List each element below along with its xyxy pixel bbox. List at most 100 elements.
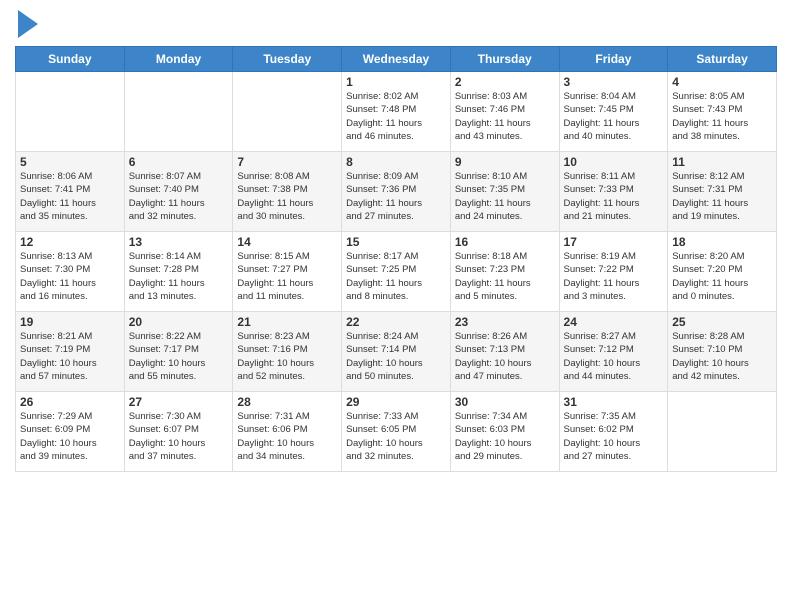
day-info: Sunrise: 7:29 AM Sunset: 6:09 PM Dayligh… [20,410,120,463]
day-cell [124,72,233,152]
day-info: Sunrise: 8:20 AM Sunset: 7:20 PM Dayligh… [672,250,772,303]
day-cell: 27Sunrise: 7:30 AM Sunset: 6:07 PM Dayli… [124,392,233,472]
day-info: Sunrise: 8:10 AM Sunset: 7:35 PM Dayligh… [455,170,555,223]
day-number: 16 [455,235,555,249]
day-cell: 6Sunrise: 8:07 AM Sunset: 7:40 PM Daylig… [124,152,233,232]
day-info: Sunrise: 8:05 AM Sunset: 7:43 PM Dayligh… [672,90,772,143]
day-number: 4 [672,75,772,89]
day-info: Sunrise: 7:31 AM Sunset: 6:06 PM Dayligh… [237,410,337,463]
day-cell: 5Sunrise: 8:06 AM Sunset: 7:41 PM Daylig… [16,152,125,232]
week-row-3: 19Sunrise: 8:21 AM Sunset: 7:19 PM Dayli… [16,312,777,392]
day-info: Sunrise: 8:17 AM Sunset: 7:25 PM Dayligh… [346,250,446,303]
day-info: Sunrise: 8:19 AM Sunset: 7:22 PM Dayligh… [564,250,664,303]
day-number: 7 [237,155,337,169]
day-cell: 22Sunrise: 8:24 AM Sunset: 7:14 PM Dayli… [342,312,451,392]
day-cell: 31Sunrise: 7:35 AM Sunset: 6:02 PM Dayli… [559,392,668,472]
day-cell [668,392,777,472]
day-info: Sunrise: 8:24 AM Sunset: 7:14 PM Dayligh… [346,330,446,383]
day-number: 17 [564,235,664,249]
weekday-header-friday: Friday [559,47,668,72]
day-number: 29 [346,395,446,409]
day-info: Sunrise: 8:11 AM Sunset: 7:33 PM Dayligh… [564,170,664,223]
day-number: 8 [346,155,446,169]
day-cell: 11Sunrise: 8:12 AM Sunset: 7:31 PM Dayli… [668,152,777,232]
day-number: 9 [455,155,555,169]
weekday-header-saturday: Saturday [668,47,777,72]
day-cell [233,72,342,152]
day-number: 28 [237,395,337,409]
week-row-1: 5Sunrise: 8:06 AM Sunset: 7:41 PM Daylig… [16,152,777,232]
day-number: 15 [346,235,446,249]
day-info: Sunrise: 8:04 AM Sunset: 7:45 PM Dayligh… [564,90,664,143]
header [15,10,777,38]
day-info: Sunrise: 8:28 AM Sunset: 7:10 PM Dayligh… [672,330,772,383]
day-cell: 8Sunrise: 8:09 AM Sunset: 7:36 PM Daylig… [342,152,451,232]
day-cell: 9Sunrise: 8:10 AM Sunset: 7:35 PM Daylig… [450,152,559,232]
day-cell: 28Sunrise: 7:31 AM Sunset: 6:06 PM Dayli… [233,392,342,472]
day-info: Sunrise: 8:08 AM Sunset: 7:38 PM Dayligh… [237,170,337,223]
day-cell: 23Sunrise: 8:26 AM Sunset: 7:13 PM Dayli… [450,312,559,392]
day-cell: 25Sunrise: 8:28 AM Sunset: 7:10 PM Dayli… [668,312,777,392]
day-number: 26 [20,395,120,409]
day-info: Sunrise: 7:35 AM Sunset: 6:02 PM Dayligh… [564,410,664,463]
day-number: 12 [20,235,120,249]
day-cell: 12Sunrise: 8:13 AM Sunset: 7:30 PM Dayli… [16,232,125,312]
day-cell: 30Sunrise: 7:34 AM Sunset: 6:03 PM Dayli… [450,392,559,472]
day-cell: 3Sunrise: 8:04 AM Sunset: 7:45 PM Daylig… [559,72,668,152]
day-cell: 14Sunrise: 8:15 AM Sunset: 7:27 PM Dayli… [233,232,342,312]
weekday-header-monday: Monday [124,47,233,72]
calendar-table: SundayMondayTuesdayWednesdayThursdayFrid… [15,46,777,472]
day-info: Sunrise: 8:23 AM Sunset: 7:16 PM Dayligh… [237,330,337,383]
day-number: 1 [346,75,446,89]
day-number: 20 [129,315,229,329]
day-number: 3 [564,75,664,89]
day-number: 21 [237,315,337,329]
week-row-2: 12Sunrise: 8:13 AM Sunset: 7:30 PM Dayli… [16,232,777,312]
day-number: 5 [20,155,120,169]
weekday-header-wednesday: Wednesday [342,47,451,72]
weekday-header-row: SundayMondayTuesdayWednesdayThursdayFrid… [16,47,777,72]
day-info: Sunrise: 7:33 AM Sunset: 6:05 PM Dayligh… [346,410,446,463]
day-cell: 17Sunrise: 8:19 AM Sunset: 7:22 PM Dayli… [559,232,668,312]
day-number: 13 [129,235,229,249]
day-cell: 4Sunrise: 8:05 AM Sunset: 7:43 PM Daylig… [668,72,777,152]
day-info: Sunrise: 8:26 AM Sunset: 7:13 PM Dayligh… [455,330,555,383]
day-number: 30 [455,395,555,409]
day-cell: 21Sunrise: 8:23 AM Sunset: 7:16 PM Dayli… [233,312,342,392]
day-cell: 24Sunrise: 8:27 AM Sunset: 7:12 PM Dayli… [559,312,668,392]
day-cell: 10Sunrise: 8:11 AM Sunset: 7:33 PM Dayli… [559,152,668,232]
day-cell: 19Sunrise: 8:21 AM Sunset: 7:19 PM Dayli… [16,312,125,392]
day-info: Sunrise: 8:27 AM Sunset: 7:12 PM Dayligh… [564,330,664,383]
day-info: Sunrise: 7:30 AM Sunset: 6:07 PM Dayligh… [129,410,229,463]
day-info: Sunrise: 8:09 AM Sunset: 7:36 PM Dayligh… [346,170,446,223]
day-cell: 26Sunrise: 7:29 AM Sunset: 6:09 PM Dayli… [16,392,125,472]
day-info: Sunrise: 8:15 AM Sunset: 7:27 PM Dayligh… [237,250,337,303]
day-cell: 1Sunrise: 8:02 AM Sunset: 7:48 PM Daylig… [342,72,451,152]
day-number: 10 [564,155,664,169]
day-info: Sunrise: 8:21 AM Sunset: 7:19 PM Dayligh… [20,330,120,383]
day-cell [16,72,125,152]
day-info: Sunrise: 8:07 AM Sunset: 7:40 PM Dayligh… [129,170,229,223]
day-number: 22 [346,315,446,329]
day-cell: 7Sunrise: 8:08 AM Sunset: 7:38 PM Daylig… [233,152,342,232]
page: SundayMondayTuesdayWednesdayThursdayFrid… [0,0,792,612]
day-number: 6 [129,155,229,169]
day-cell: 16Sunrise: 8:18 AM Sunset: 7:23 PM Dayli… [450,232,559,312]
day-number: 23 [455,315,555,329]
day-number: 25 [672,315,772,329]
day-number: 19 [20,315,120,329]
logo [15,14,38,38]
week-row-0: 1Sunrise: 8:02 AM Sunset: 7:48 PM Daylig… [16,72,777,152]
weekday-header-thursday: Thursday [450,47,559,72]
logo-icon [18,10,38,38]
day-number: 14 [237,235,337,249]
day-number: 27 [129,395,229,409]
day-cell: 15Sunrise: 8:17 AM Sunset: 7:25 PM Dayli… [342,232,451,312]
weekday-header-tuesday: Tuesday [233,47,342,72]
day-cell: 13Sunrise: 8:14 AM Sunset: 7:28 PM Dayli… [124,232,233,312]
day-cell: 20Sunrise: 8:22 AM Sunset: 7:17 PM Dayli… [124,312,233,392]
day-info: Sunrise: 8:03 AM Sunset: 7:46 PM Dayligh… [455,90,555,143]
day-cell: 29Sunrise: 7:33 AM Sunset: 6:05 PM Dayli… [342,392,451,472]
day-info: Sunrise: 8:18 AM Sunset: 7:23 PM Dayligh… [455,250,555,303]
day-number: 18 [672,235,772,249]
